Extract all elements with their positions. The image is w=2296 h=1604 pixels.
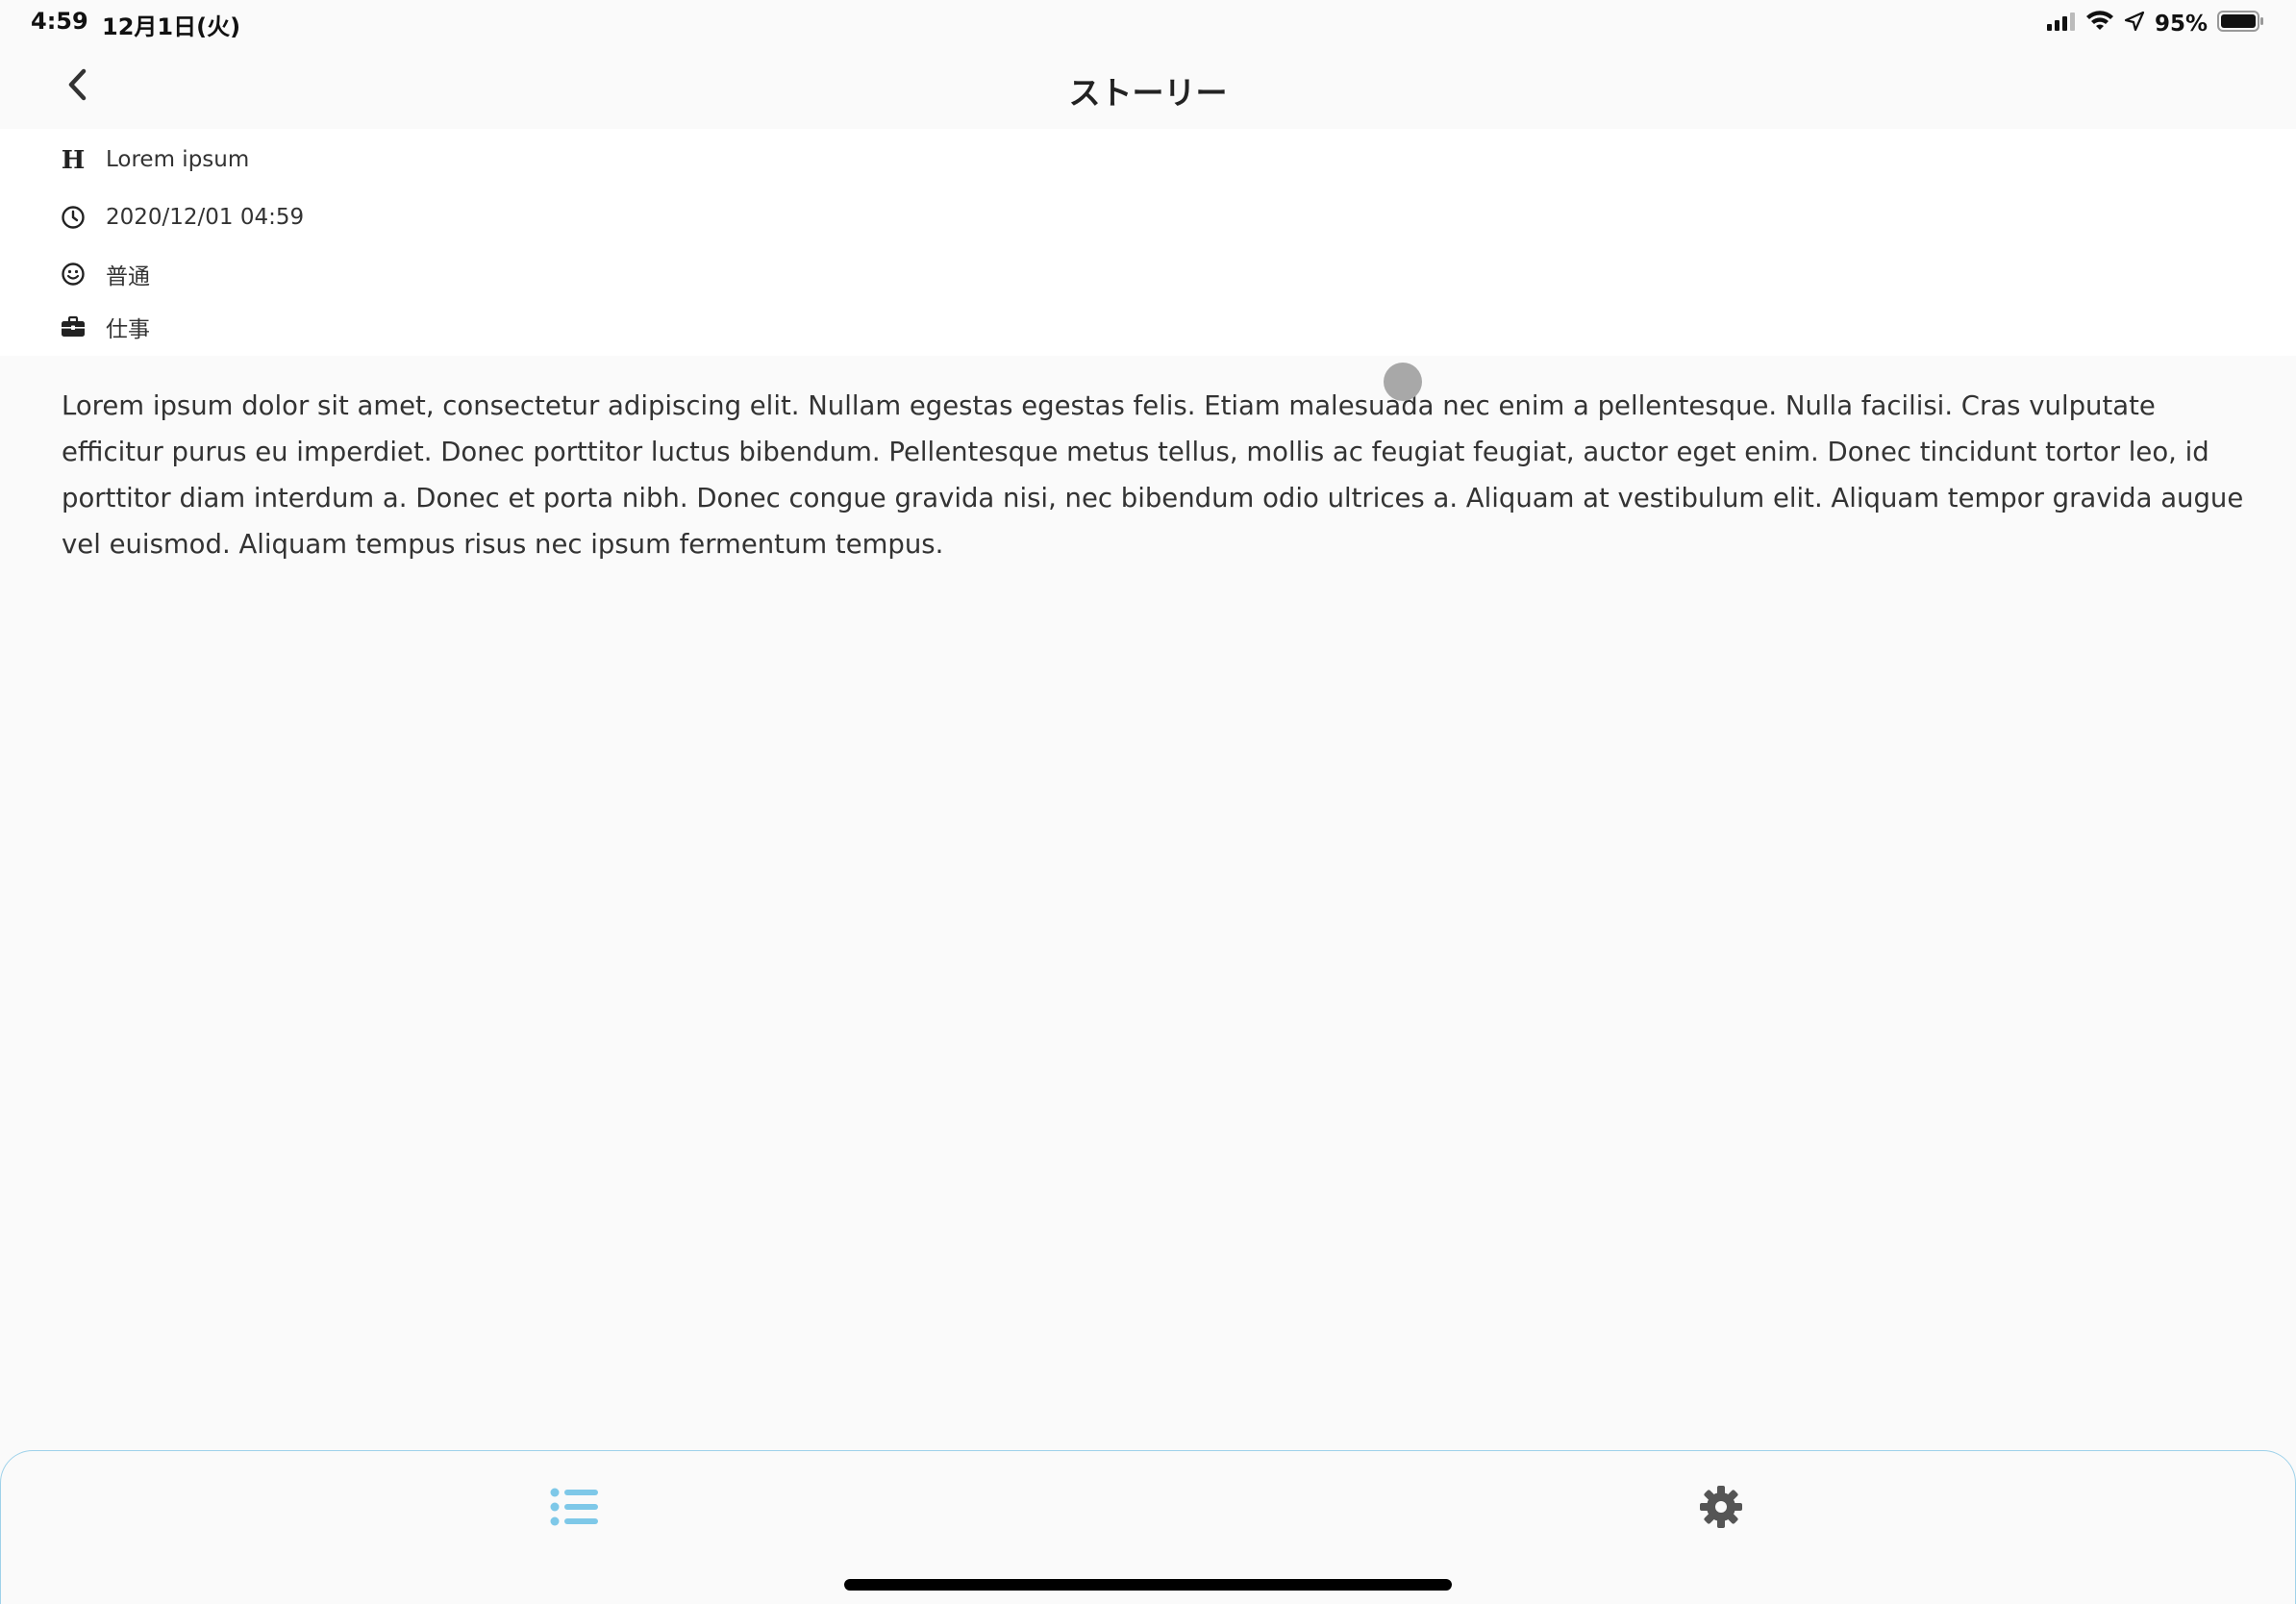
gear-icon xyxy=(1698,1484,1744,1535)
battery-icon xyxy=(2217,10,2265,38)
home-indicator[interactable] xyxy=(844,1579,1452,1591)
meta-category-row: 仕事 xyxy=(60,308,150,346)
clock-icon xyxy=(60,204,87,231)
briefcase-icon xyxy=(60,313,87,340)
story-meta: H Lorem ipsum 2020/12/01 04:59 普通 仕事 xyxy=(0,129,2296,356)
story-title: Lorem ipsum xyxy=(106,147,250,172)
story-datetime: 2020/12/01 04:59 xyxy=(106,205,305,230)
battery-percent: 95% xyxy=(2154,11,2208,37)
tab-list[interactable] xyxy=(545,1480,603,1538)
smile-icon xyxy=(60,261,87,288)
story-mood: 普通 xyxy=(106,264,150,289)
wifi-icon xyxy=(2085,11,2114,37)
meta-datetime-row: 2020/12/01 04:59 xyxy=(60,198,304,237)
location-arrow-icon xyxy=(2124,11,2145,37)
status-indicators: 95% xyxy=(2046,10,2265,38)
navigation-bar: ストーリー xyxy=(0,46,2296,129)
meta-mood-row: 普通 xyxy=(60,255,150,293)
meta-title-row: H Lorem ipsum xyxy=(60,140,250,179)
status-time: 4:59 xyxy=(31,8,88,35)
svg-text:H: H xyxy=(62,147,86,172)
story-category: 仕事 xyxy=(106,317,150,342)
page-title: ストーリー xyxy=(1068,74,1228,112)
cellular-signal-icon xyxy=(2046,12,2076,36)
status-date: 12月1日(火) xyxy=(102,13,241,40)
screen: 4:59 12月1日(火) 95% ストーリー H Lorem ipsum 20… xyxy=(0,0,2296,1604)
list-icon xyxy=(550,1487,598,1532)
story-body: Lorem ipsum dolor sit amet, consectetur … xyxy=(62,390,2244,560)
tab-settings[interactable] xyxy=(1692,1480,1750,1538)
touch-indicator xyxy=(1384,363,1422,401)
heading-icon: H xyxy=(60,146,87,173)
status-bar: 4:59 12月1日(火) 95% xyxy=(0,0,2296,46)
